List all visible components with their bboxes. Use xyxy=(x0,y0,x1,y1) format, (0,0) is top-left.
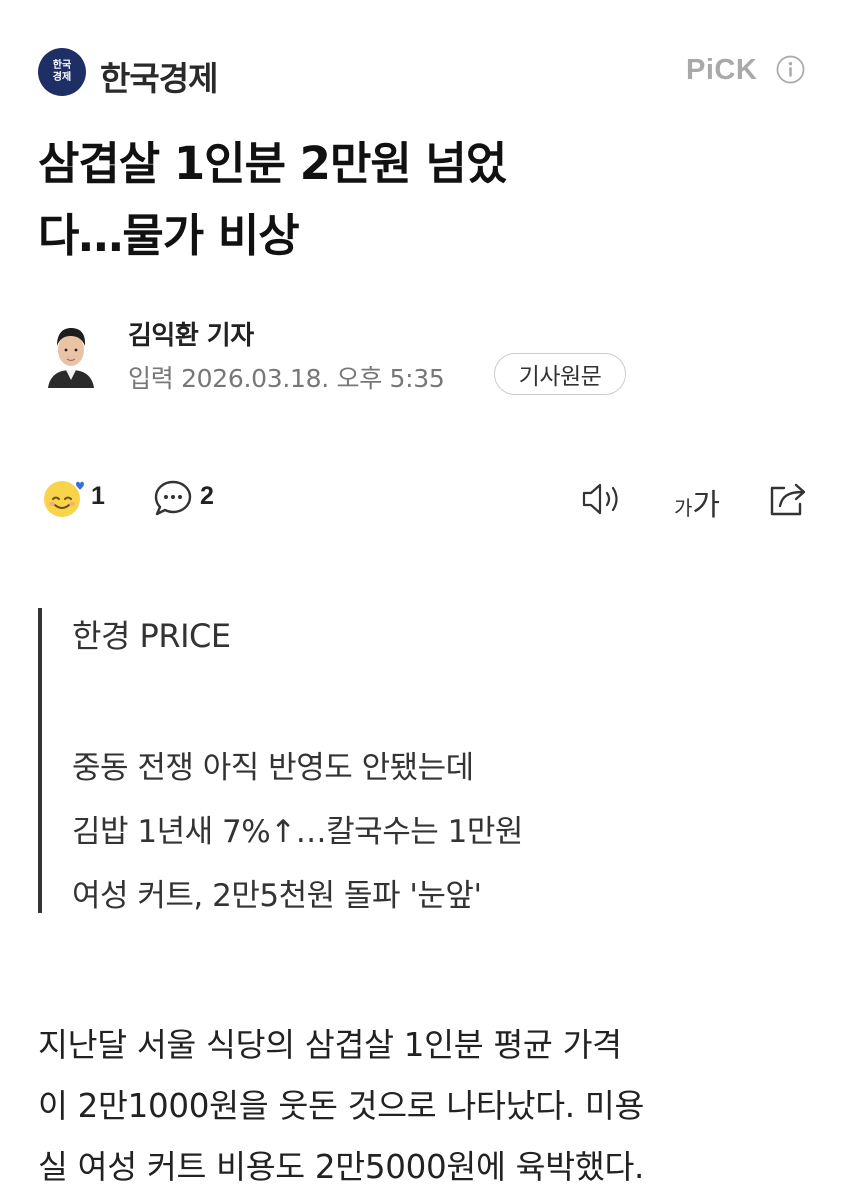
summary-title: 한경 PRICE xyxy=(72,617,231,655)
body-line: 실 여성 커트 비용도 2만5000원에 육박했다. xyxy=(38,1148,645,1186)
summary-line: 김밥 1년새 7%↑…칼국수는 1만원 xyxy=(72,814,523,850)
summary-quote-bar xyxy=(38,608,42,913)
summary-line: 중동 전쟁 아직 반영도 안됐는데 xyxy=(72,750,474,786)
reporter-name[interactable]: 김익환 기자 xyxy=(128,315,254,352)
press-logo-text-1: 한국 xyxy=(52,60,72,71)
pick-badge: PiCK xyxy=(686,54,758,86)
reaction-count: 1 xyxy=(91,482,105,510)
original-article-button[interactable]: 기사원문 xyxy=(494,353,626,395)
article-body: 지난달 서울 식당의 삼겹살 1인분 평균 가격 이 2만1000원을 웃돈 것… xyxy=(38,1015,818,1198)
body-line: 이 2만1000원을 웃돈 것으로 나타났다. 미용 xyxy=(38,1087,645,1125)
comment-count: 2 xyxy=(200,482,214,510)
info-icon[interactable] xyxy=(776,55,805,84)
reaction-emoji-icon[interactable] xyxy=(42,478,86,518)
date-value: 2026.03.18. 오후 5:35 xyxy=(181,364,445,393)
audio-speaker-icon[interactable] xyxy=(580,480,626,518)
press-name[interactable]: 한국경제 xyxy=(100,52,218,100)
article-headline: 삼겹살 1인분 2만원 넘었 다…물가 비상 xyxy=(38,128,738,272)
share-icon[interactable] xyxy=(766,478,810,520)
headline-line-2: 다…물가 비상 xyxy=(38,209,300,262)
headline-line-1: 삼겹살 1인분 2만원 넘었 xyxy=(38,137,507,190)
press-logo-text-2: 경제 xyxy=(52,72,72,83)
font-size-button[interactable]: 가가 xyxy=(674,480,720,524)
press-logo[interactable]: 한국 경제 xyxy=(38,48,86,96)
comment-icon[interactable] xyxy=(152,478,194,518)
body-line: 지난달 서울 식당의 삼겹살 1인분 평균 가격 xyxy=(38,1026,622,1064)
font-size-large-label: 가 xyxy=(692,489,721,522)
reporter-avatar[interactable] xyxy=(46,322,96,388)
publish-date: 입력 2026.03.18. 오후 5:35 xyxy=(128,359,445,395)
date-label: 입력 xyxy=(128,364,174,393)
summary-line: 여성 커트, 2만5천원 돌파 '눈앞' xyxy=(72,878,482,914)
font-size-small-label: 가 xyxy=(674,498,693,520)
